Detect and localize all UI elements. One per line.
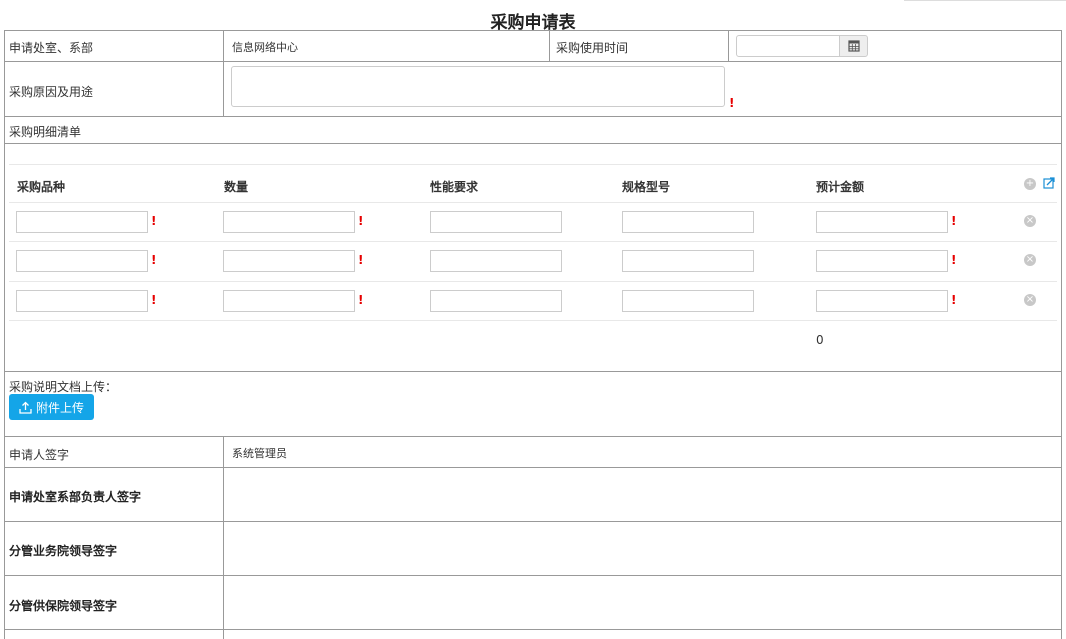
model-input[interactable] — [622, 250, 754, 272]
business-leader-signature-label: 分管业务院领导签字 — [9, 544, 118, 558]
quantity-input[interactable] — [223, 250, 355, 272]
row-divider — [4, 629, 1062, 630]
dept-value: 信息网络中心 — [232, 41, 298, 54]
col-divider — [549, 30, 550, 61]
upload-button-label: 附件上传 — [35, 400, 84, 415]
row-divider — [4, 116, 1062, 117]
upload-button[interactable]: 附件上传 — [9, 394, 94, 420]
support-leader-signature-label: 分管供保院领导签字 — [9, 599, 118, 613]
amount-input[interactable] — [816, 250, 948, 272]
col-header-quantity: 数量 — [224, 180, 249, 194]
upload-label: 采购说明文档上传： — [9, 380, 118, 394]
upload-icon — [19, 401, 32, 414]
row-divider — [4, 61, 1062, 62]
calendar-icon — [848, 40, 860, 52]
item-input[interactable] — [16, 211, 148, 233]
col-divider — [223, 436, 224, 639]
table-border-left — [4, 30, 5, 639]
col-header-item: 采购品种 — [17, 180, 66, 194]
table-line — [9, 164, 1057, 165]
delete-row-icon[interactable]: × — [1024, 294, 1036, 306]
model-input[interactable] — [622, 211, 754, 233]
required-mark: ! — [951, 253, 957, 267]
required-mark: ! — [729, 96, 735, 110]
reason-label: 采购原因及用途 — [9, 85, 94, 99]
row-divider — [4, 467, 1062, 468]
delete-row-icon[interactable]: × — [1024, 254, 1036, 266]
row-divider — [4, 143, 1062, 144]
performance-input[interactable] — [430, 290, 562, 312]
row-divider — [4, 575, 1062, 576]
col-header-performance: 性能要求 — [430, 180, 479, 194]
item-input[interactable] — [16, 250, 148, 272]
performance-input[interactable] — [430, 211, 562, 233]
row-divider — [4, 30, 1062, 31]
dept-label: 申请处室、系部 — [9, 41, 94, 55]
reason-textarea[interactable] — [231, 66, 725, 107]
col-divider — [728, 30, 729, 61]
table-border-right — [1061, 30, 1062, 639]
delete-row-icon[interactable]: × — [1024, 215, 1036, 227]
required-mark: ! — [358, 253, 364, 267]
applicant-signature-value: 系统管理员 — [232, 447, 287, 460]
item-input[interactable] — [16, 290, 148, 312]
table-line — [9, 281, 1057, 282]
performance-input[interactable] — [430, 250, 562, 272]
quantity-input[interactable] — [223, 211, 355, 233]
table-line — [9, 241, 1057, 242]
col-header-model: 规格型号 — [622, 180, 671, 194]
applicant-signature-label: 申请人签字 — [9, 448, 70, 462]
table-line — [9, 202, 1057, 203]
dept-head-signature-label: 申请处室系部负责人签字 — [9, 490, 142, 504]
use-time-label: 采购使用时间 — [556, 41, 629, 55]
row-divider — [4, 436, 1062, 437]
required-mark: ! — [151, 253, 157, 267]
row-divider — [4, 521, 1062, 522]
table-line — [9, 320, 1057, 321]
calendar-button[interactable] — [839, 35, 868, 57]
required-mark: ! — [358, 293, 364, 307]
add-row-icon[interactable]: + — [1024, 178, 1036, 190]
use-time-input[interactable] — [736, 35, 840, 57]
top-decor-line — [904, 0, 1066, 1]
col-divider — [223, 30, 224, 116]
detail-list-label: 采购明细清单 — [9, 125, 82, 139]
amount-input[interactable] — [816, 211, 948, 233]
required-mark: ! — [951, 214, 957, 228]
amount-total: 0 — [816, 333, 824, 347]
required-mark: ! — [951, 293, 957, 307]
model-input[interactable] — [622, 290, 754, 312]
required-mark: ! — [358, 214, 364, 228]
export-icon[interactable] — [1043, 177, 1055, 189]
required-mark: ! — [151, 214, 157, 228]
amount-input[interactable] — [816, 290, 948, 312]
row-divider — [4, 371, 1062, 372]
required-mark: ! — [151, 293, 157, 307]
col-header-amount: 预计金额 — [816, 180, 865, 194]
quantity-input[interactable] — [223, 290, 355, 312]
